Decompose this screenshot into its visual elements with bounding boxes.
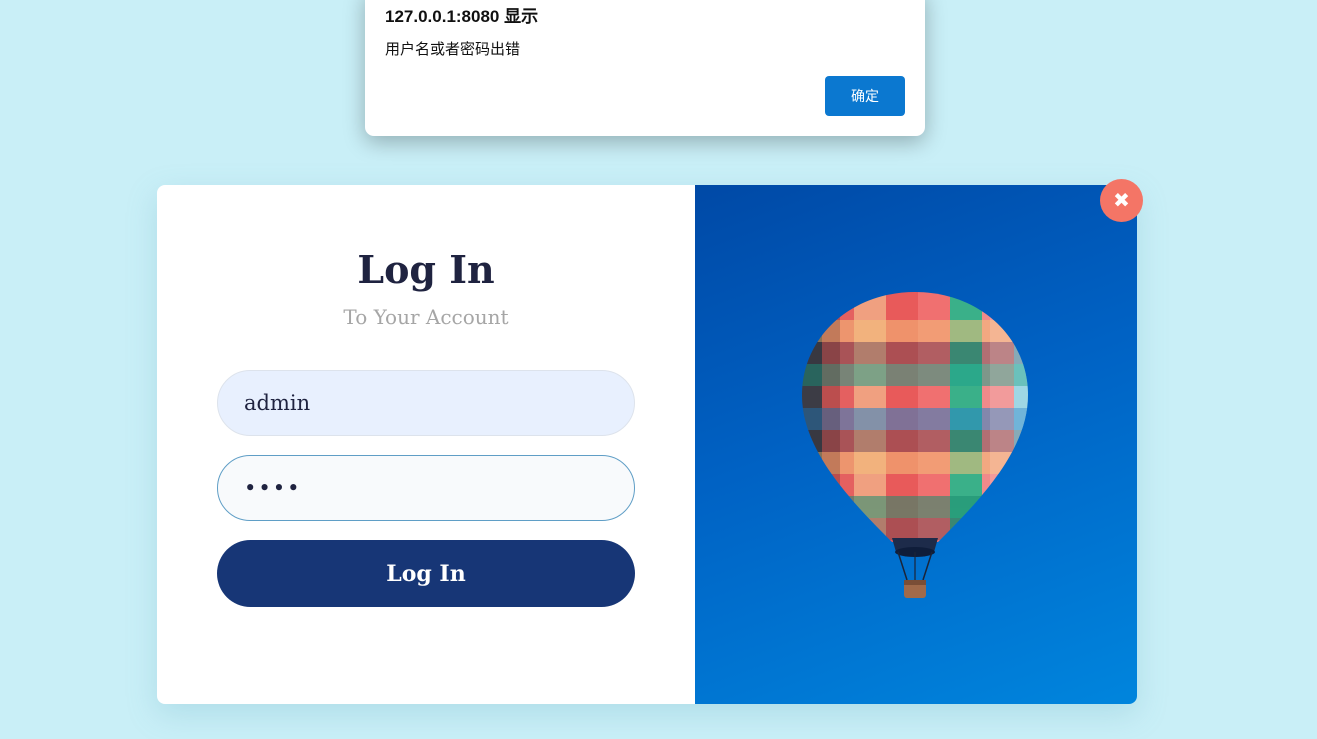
login-subtitle: To Your Account bbox=[343, 305, 509, 329]
login-button[interactable]: Log In bbox=[217, 540, 635, 607]
alert-message: 用户名或者密码出错 bbox=[385, 40, 521, 58]
login-title: Log In bbox=[357, 247, 495, 292]
page: Log In To Your Account Log In bbox=[0, 0, 1317, 739]
close-icon[interactable]: ✖ bbox=[1100, 179, 1143, 222]
login-card: Log In To Your Account Log In bbox=[157, 185, 1137, 704]
hero-image bbox=[695, 185, 1137, 704]
password-input[interactable] bbox=[217, 455, 635, 521]
alert-dialog: 127.0.0.1:8080 显示 用户名或者密码出错 确定 bbox=[365, 0, 925, 136]
alert-title: 127.0.0.1:8080 显示 bbox=[385, 7, 539, 26]
username-input[interactable] bbox=[217, 370, 635, 436]
hot-air-balloon-icon bbox=[802, 292, 1028, 598]
login-form-pane: Log In To Your Account Log In bbox=[157, 185, 695, 704]
alert-ok-button[interactable]: 确定 bbox=[825, 76, 905, 116]
